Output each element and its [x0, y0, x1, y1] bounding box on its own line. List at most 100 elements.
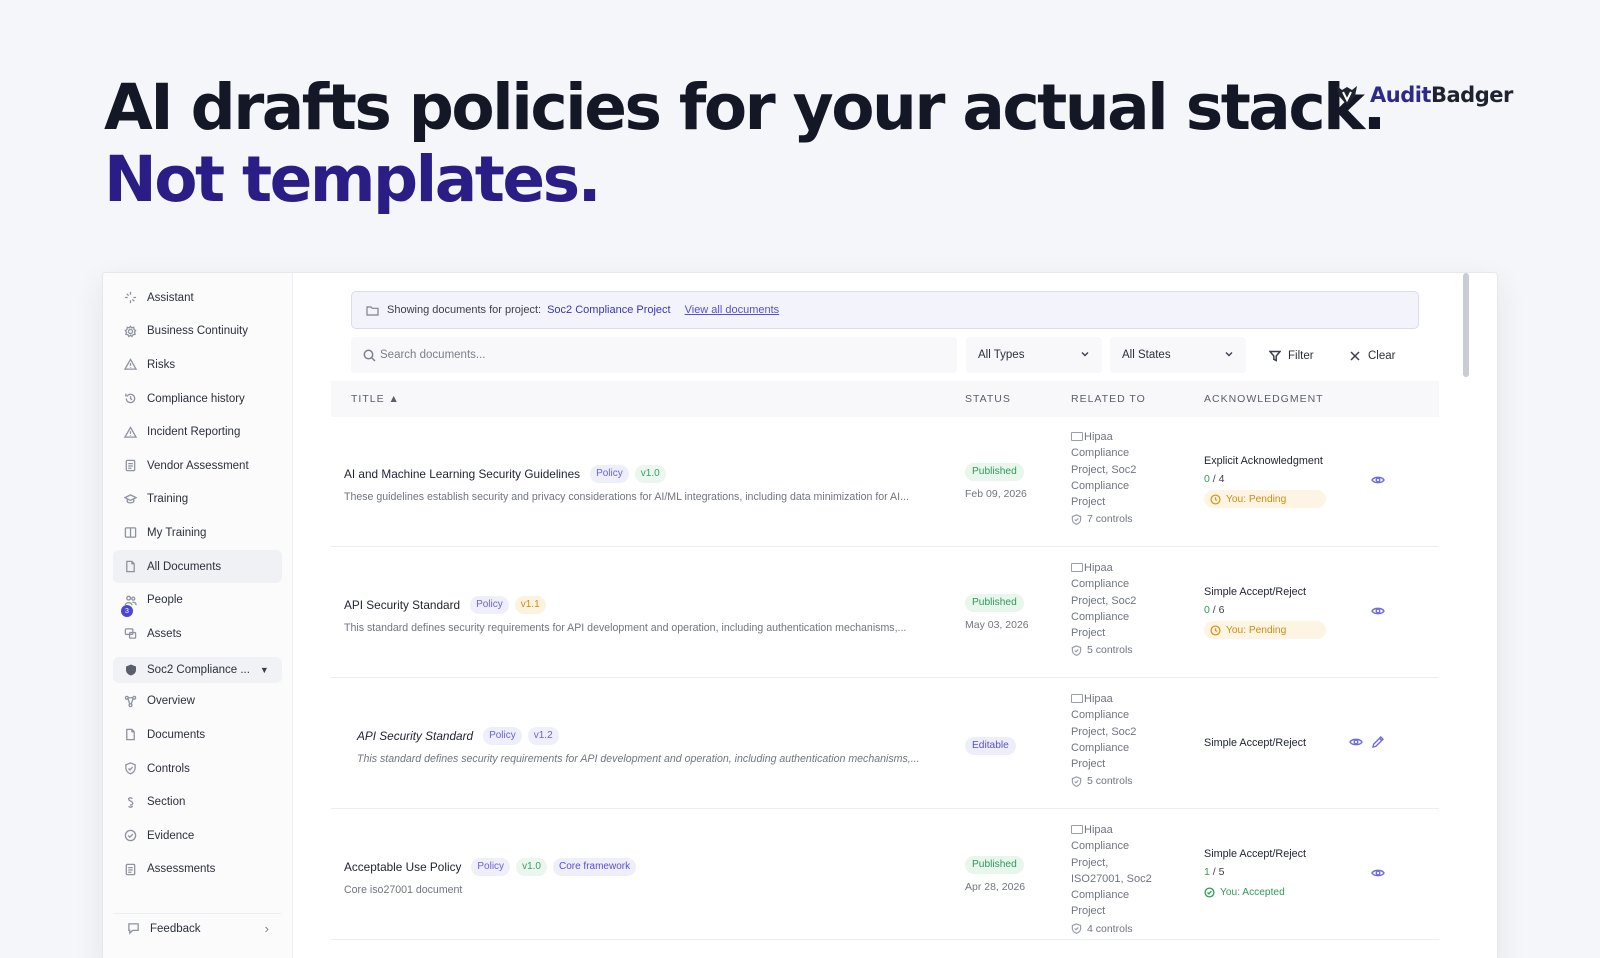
related-line: Compliance	[1071, 741, 1130, 754]
sidebar-item-label: Evidence	[147, 829, 195, 842]
type-select[interactable]: All Types	[966, 337, 1102, 373]
gear-icon	[123, 324, 137, 338]
sidebar: Assistant Business Continuity Risks Comp…	[103, 273, 293, 958]
ack-state-badge: You: Pending	[1204, 621, 1326, 639]
sidebar-item-label: Assessments	[147, 863, 216, 876]
sidebar-item-assistant[interactable]: Assistant	[113, 281, 282, 315]
clipboard-icon	[123, 862, 137, 876]
sidebar-item-label: Training	[147, 493, 189, 506]
folder-icon	[366, 305, 379, 316]
sidebar-item-risks[interactable]: Risks	[113, 348, 282, 382]
shield-icon	[126, 664, 136, 676]
column-header-title[interactable]: TITLE ▲	[351, 393, 400, 405]
eye-icon[interactable]	[1371, 604, 1385, 618]
graduation-icon	[123, 492, 137, 506]
sidebar-item-compliance-history[interactable]: Compliance history	[113, 382, 282, 416]
related-line: Compliance	[1071, 610, 1130, 623]
table-row[interactable]: API Security Standard Policy v1.2 This s…	[331, 679, 1439, 809]
document-title[interactable]: API Security Standard	[344, 598, 460, 612]
scrollbar[interactable]	[1463, 273, 1469, 377]
related-line: Project	[1071, 627, 1106, 640]
sidebar-item-overview[interactable]: Overview	[113, 685, 282, 719]
row-actions	[1371, 604, 1385, 618]
sidebar-item-label: Risks	[147, 358, 176, 371]
column-header-acknowledgment[interactable]: ACKNOWLEDGMENT	[1204, 393, 1324, 405]
toolbar: All Types All States Filter Clear	[331, 335, 1439, 381]
sidebar-item-assessments[interactable]: Assessments	[113, 853, 282, 887]
sidebar-item-label: Controls	[147, 762, 190, 775]
version-tag: v1.0	[516, 858, 547, 876]
feedback-button[interactable]: Feedback ›	[113, 913, 281, 943]
sidebar-item-label: All Documents	[147, 560, 222, 573]
main-content: Showing documents for project: Soc2 Comp…	[331, 273, 1439, 958]
banner-project-name: Soc2 Compliance Project	[547, 304, 671, 316]
brand-logo: AuditBadger	[1334, 82, 1513, 108]
view-all-documents-link[interactable]: View all documents	[685, 304, 780, 316]
status-badge: Editable	[965, 737, 1016, 755]
type-select-value: All Types	[978, 349, 1025, 361]
brand-name-part1: Audit	[1370, 83, 1431, 107]
controls-count: 5 controls	[1071, 773, 1161, 789]
table-row[interactable]: AI and Machine Learning Security Guideli…	[331, 417, 1439, 547]
sidebar-item-vendor-assessment[interactable]: Vendor Assessment	[113, 449, 282, 483]
shield-check-icon	[1071, 776, 1082, 788]
related-line: Hipaa	[1084, 824, 1113, 836]
filter-button[interactable]: Filter	[1269, 345, 1314, 367]
pencil-icon[interactable]	[1371, 735, 1385, 749]
document-title[interactable]: AI and Machine Learning Security Guideli…	[344, 467, 580, 481]
sidebar-item-documents[interactable]: Documents	[113, 718, 282, 752]
document-description: Core iso27001 document	[344, 884, 463, 896]
eye-icon[interactable]	[1349, 735, 1363, 749]
search-box[interactable]	[351, 337, 957, 373]
table-row[interactable]: Acceptable Use Policy Policy v1.0 Core f…	[331, 810, 1439, 940]
ack-count: 1 / 5	[1204, 866, 1344, 878]
chevron-down-icon	[1225, 352, 1233, 357]
filter-icon	[1269, 350, 1281, 362]
type-tag: Policy	[483, 727, 522, 745]
sidebar-item-assets[interactable]: Assets	[113, 617, 282, 651]
state-select-value: All States	[1122, 349, 1171, 361]
related-line: Compliance	[1071, 578, 1130, 591]
file-icon	[123, 728, 137, 742]
sidebar-item-label: My Training	[147, 526, 207, 539]
sidebar-item-training[interactable]: Training	[113, 483, 282, 517]
related-line: Hipaa	[1084, 431, 1113, 443]
document-cell: Acceptable Use Policy Policy v1.0 Core f…	[344, 858, 934, 896]
eye-icon[interactable]	[1371, 866, 1385, 880]
acknowledgment-cell: Simple Accept/Reject 1 / 5 You: Accepted	[1204, 848, 1344, 903]
state-select[interactable]: All States	[1110, 337, 1246, 373]
related-line: Compliance	[1071, 709, 1130, 722]
related-line: Project, Soc2	[1071, 725, 1137, 738]
eye-icon[interactable]	[1371, 473, 1385, 487]
shield-check-icon	[1071, 514, 1082, 526]
search-input[interactable]	[380, 349, 920, 361]
sparkle-icon	[123, 291, 137, 305]
sidebar-item-label: Incident Reporting	[147, 426, 241, 439]
document-title[interactable]: API Security Standard	[357, 729, 473, 743]
project-selector[interactable]: Soc2 Compliance ... ▼	[113, 656, 282, 683]
column-header-status[interactable]: STATUS	[965, 393, 1011, 405]
sidebar-item-incident-reporting[interactable]: Incident Reporting	[113, 415, 282, 449]
sidebar-item-my-training[interactable]: My Training	[113, 516, 282, 550]
sidebar-item-section[interactable]: Section	[113, 785, 282, 819]
controls-count-label: 5 controls	[1087, 775, 1133, 788]
clock-icon	[1210, 624, 1221, 636]
status-date: Apr 28, 2026	[965, 881, 1026, 893]
column-header-related[interactable]: RELATED TO	[1071, 393, 1146, 405]
sidebar-item-evidence[interactable]: Evidence	[113, 819, 282, 853]
status-cell: Published Feb 09, 2026	[965, 461, 1027, 500]
clock-icon	[1210, 493, 1221, 505]
sidebar-item-controls[interactable]: Controls	[113, 752, 282, 786]
sidebar-item-label: Compliance history	[147, 392, 245, 405]
ack-count: 0 / 4	[1204, 473, 1344, 485]
sidebar-item-business-continuity[interactable]: Business Continuity	[113, 315, 282, 349]
sidebar-item-all-documents[interactable]: All Documents	[113, 549, 282, 584]
document-title[interactable]: Acceptable Use Policy	[344, 860, 461, 874]
ack-total: / 4	[1209, 473, 1225, 485]
clear-button[interactable]: Clear	[1349, 345, 1395, 367]
related-line: Compliance	[1071, 840, 1130, 853]
table-row[interactable]: API Security Standard Policy v1.1 This s…	[331, 548, 1439, 678]
sidebar-item-people[interactable]: People 3	[113, 583, 282, 618]
caret-down-icon: ▼	[259, 664, 269, 675]
document-cell: API Security Standard Policy v1.2 This s…	[357, 727, 947, 765]
